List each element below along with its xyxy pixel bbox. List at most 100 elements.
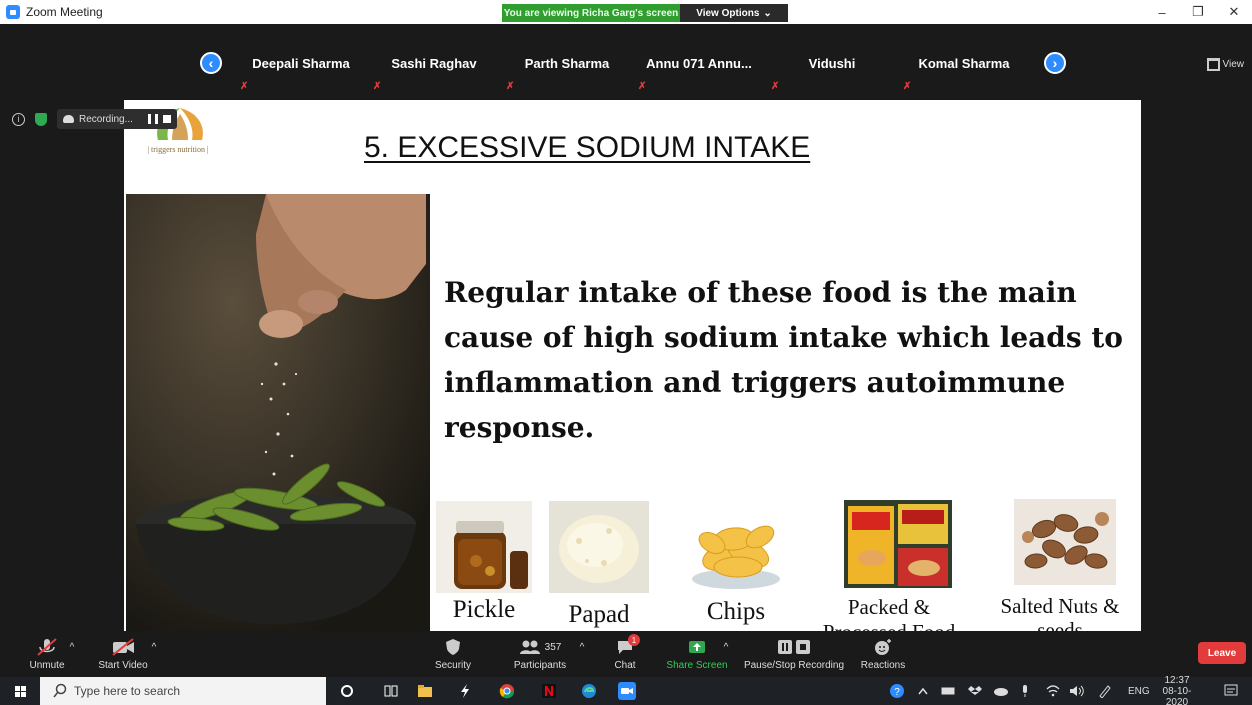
share-screen-icon [688, 636, 706, 658]
language-indicator[interactable]: ENG [1128, 677, 1150, 705]
mic-muted-icon: ✗ [771, 81, 780, 92]
cloud-recording-icon [63, 115, 74, 123]
chrome-icon[interactable] [498, 682, 516, 700]
food-item-chips: Chips [676, 500, 796, 631]
search-icon [53, 683, 67, 698]
viewing-screen-banner: You are viewing Richa Garg's screen [502, 4, 680, 22]
pickle-jar-image [436, 501, 532, 593]
dropbox-icon[interactable] [966, 682, 984, 700]
taskbar-search-box[interactable]: Type here to search [40, 677, 326, 705]
stop-recording-button[interactable] [162, 115, 171, 123]
video-off-icon [109, 636, 137, 658]
edge-icon[interactable] [580, 682, 598, 700]
leave-meeting-button[interactable]: Leave [1198, 642, 1246, 664]
clock[interactable]: 12:37 08-10-2020 [1156, 675, 1198, 705]
food-label-pickle: Pickle [452, 596, 516, 623]
search-placeholder: Type here to search [74, 684, 181, 698]
previous-participants-button[interactable]: ‹ [200, 52, 222, 74]
zoom-taskbar-icon[interactable] [618, 682, 636, 700]
salted-nuts-image [1014, 499, 1116, 585]
notifications-icon[interactable] [1222, 682, 1240, 700]
food-item-packed-food: Packed & Processed Food [814, 500, 964, 631]
meeting-info-icon[interactable]: i [12, 112, 25, 126]
unmute-label: Unmute [29, 660, 65, 671]
view-layout-button[interactable]: View [1207, 58, 1245, 71]
food-item-papad: Papad [544, 500, 654, 631]
mic-muted-icon: ✗ [638, 81, 647, 92]
pause-stop-recording-button[interactable]: Pause/Stop Recording [742, 636, 846, 676]
start-video-label: Start Video [98, 660, 148, 671]
chevron-down-icon: ⌄ [763, 7, 772, 19]
close-button[interactable]: ✕ [1216, 0, 1252, 24]
participant-count: 357 [544, 641, 562, 653]
security-button[interactable]: Security [430, 636, 476, 676]
participant-name: Parth Sharma [524, 56, 610, 71]
mic-muted-icon: ✗ [903, 81, 912, 92]
participant-name: Vidushi [808, 56, 856, 71]
participant-tile[interactable]: Sashi Raghav ✗ [369, 44, 499, 94]
netflix-icon[interactable] [540, 682, 558, 700]
papad-image [549, 501, 649, 593]
food-label-chips: Chips [706, 598, 766, 625]
minimize-button[interactable]: – [1144, 0, 1180, 24]
participant-tile[interactable]: Deepali Sharma ✗ [236, 44, 366, 94]
zoom-app-icon [6, 5, 20, 19]
participants-options-caret[interactable]: ^ [576, 636, 588, 676]
participant-tile[interactable]: Vidushi ✗ [767, 44, 897, 94]
chevron-up-icon: ^ [723, 641, 729, 653]
encryption-shield-icon[interactable] [35, 112, 47, 126]
start-button[interactable] [0, 677, 40, 705]
speaker-icon[interactable] [1068, 682, 1086, 700]
reactions-label: Reactions [860, 660, 906, 671]
chat-button[interactable]: 1 Chat [610, 634, 640, 676]
chevron-up-icon: ^ [579, 641, 585, 653]
mic-muted-icon: ✗ [506, 81, 515, 92]
chat-label: Chat [614, 660, 636, 671]
start-video-button[interactable]: Start Video [92, 636, 154, 676]
pause-recording-button[interactable] [147, 114, 158, 124]
share-options-caret[interactable]: ^ [720, 636, 732, 676]
share-screen-label: Share Screen [666, 660, 728, 671]
help-icon[interactable]: ? [888, 682, 906, 700]
recording-indicator: Recording... [57, 109, 177, 129]
meeting-toolbar: Unmute ^ Start Video ^ Security 357 Part… [0, 632, 1252, 677]
reactions-button[interactable]: Reactions [858, 636, 908, 676]
cortana-icon[interactable] [338, 682, 356, 700]
salt-sprinkle-photo [126, 194, 430, 631]
video-options-caret[interactable]: ^ [148, 636, 160, 676]
chips-icon [692, 525, 780, 589]
wifi-icon[interactable] [1044, 682, 1062, 700]
participant-tile[interactable]: Parth Sharma ✗ [502, 44, 632, 94]
microphone-icon[interactable] [1016, 682, 1034, 700]
recording-label: Recording... [79, 113, 133, 125]
clock-date: 08-10-2020 [1162, 685, 1192, 705]
participant-name: Sashi Raghav [391, 56, 477, 71]
participant-name: Deepali Sharma [252, 56, 350, 71]
chips-image [682, 501, 790, 593]
lightning-app-icon[interactable] [456, 682, 474, 700]
participants-label: Participants [513, 660, 567, 671]
pen-workspace-icon[interactable] [1096, 682, 1114, 700]
view-options-button[interactable]: View Options ⌄ [680, 4, 788, 22]
participant-name: Komal Sharma [918, 56, 1010, 71]
shared-slide: | triggers nutrition | 5. EXCESSIVE SODI… [124, 100, 1141, 631]
maximize-button[interactable]: ❐ [1180, 0, 1216, 24]
recording-bar: i Recording... [12, 109, 177, 129]
audio-options-caret[interactable]: ^ [66, 636, 78, 676]
participants-button[interactable]: 357 Participants [508, 636, 572, 676]
battery-icon[interactable] [940, 682, 958, 700]
participants-icon-group: 357 [519, 636, 562, 658]
windows-taskbar: Type here to search ? ENG 12:37 08-10-20… [0, 675, 1252, 705]
tray-chevron-up-icon[interactable] [914, 682, 932, 700]
food-label-papad: Papad [568, 601, 630, 628]
chat-icon-wrap: 1 [616, 634, 640, 658]
file-explorer-icon[interactable] [416, 682, 434, 700]
unmute-button[interactable]: Unmute [26, 636, 68, 676]
next-participants-button[interactable]: › [1044, 52, 1066, 74]
onedrive-icon[interactable] [992, 682, 1010, 700]
task-view-icon[interactable] [382, 682, 400, 700]
participant-tile[interactable]: Komal Sharma ✗ [899, 44, 1029, 94]
participant-name: Annu 071 Annu... [646, 56, 752, 71]
participant-tile[interactable]: Annu 071 Annu... ✗ [634, 44, 764, 94]
pause-stop-icon [777, 636, 811, 658]
